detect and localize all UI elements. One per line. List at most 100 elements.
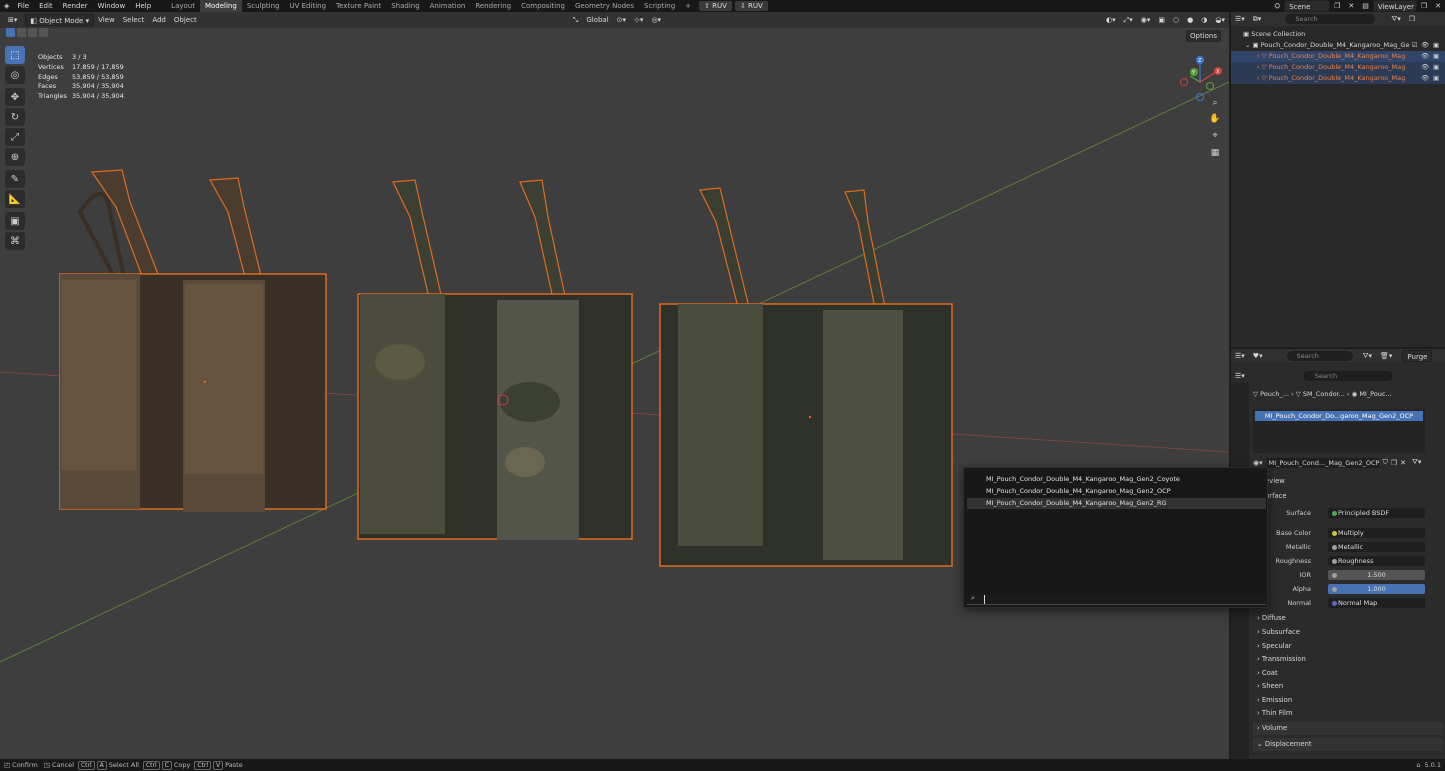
section-transmission[interactable]: › Transmission [1257, 655, 1306, 663]
add-cube-tool-icon[interactable]: ▣ [5, 212, 25, 230]
purge-button[interactable]: Purge [1402, 349, 1433, 362]
camera-icon[interactable]: ▣ [1433, 62, 1439, 73]
3d-viewport[interactable]: ⊞▾ ◧ Object Mode ▾ View Select Add Objec… [0, 12, 1229, 759]
uv-tool-icon[interactable]: ⌘ [5, 232, 25, 250]
outliner-child-row[interactable]: › ▽ Pouch_Condor_Double_M4_Kangaroo_Mag 👁… [1231, 73, 1445, 84]
material-slot-item[interactable]: MI_Pouch_Condor_Do...garoo_Mag_Gen2_OCP [1255, 411, 1423, 421]
material-name-field[interactable]: MI_Pouch_Cond..._Mag_Gen2_OCP [1266, 457, 1379, 468]
select-invert-icon[interactable] [39, 28, 48, 37]
dropdown-item[interactable]: MI_Pouch_Condor_Double_M4_Kangaroo_Mag_G… [967, 498, 1266, 509]
select-extend-icon[interactable] [17, 28, 26, 37]
view-layer-icon[interactable]: ▤ [1358, 0, 1373, 12]
menu-window[interactable]: Window [93, 0, 131, 12]
prop-field-metallic[interactable]: Metallic [1328, 542, 1425, 552]
tab-shading[interactable]: Shading [386, 0, 424, 12]
menu-object[interactable]: Object [170, 14, 201, 26]
section-emission[interactable]: › Emission [1257, 696, 1292, 704]
new-collection-icon[interactable]: ❐ [1405, 13, 1419, 25]
props-editor-icon[interactable]: ☰▾ [1231, 370, 1249, 382]
filter-icon[interactable]: ⛛▾ [1412, 458, 1421, 467]
menu-select[interactable]: Select [119, 14, 149, 26]
prop-field-alpha[interactable]: 1.000 [1328, 584, 1425, 594]
xray-icon[interactable]: ▣ [1154, 14, 1169, 26]
overlay-icon[interactable]: ◉▾ [1137, 14, 1155, 26]
display-mode-icon[interactable]: ⧉▾ [1249, 13, 1266, 25]
outliner-parent-row[interactable]: ⌄ ▣ Pouch_Condor_Double_M4_Kangaroo_Mag_… [1231, 40, 1445, 51]
duplicate-icon[interactable]: ❐ [1391, 459, 1397, 467]
tab-uv-editing[interactable]: UV Editing [285, 0, 332, 12]
material-slot-list[interactable]: MI_Pouch_Condor_Do...garoo_Mag_Gen2_OCP [1253, 409, 1425, 453]
prop-field-ior[interactable]: 1.500 [1328, 570, 1425, 580]
gizmo-icon[interactable]: ⤢▾ [1120, 14, 1137, 26]
annotate-tool-icon[interactable]: ✎ [5, 170, 25, 188]
select-tool-icon[interactable]: ⬚ [5, 46, 25, 64]
volume-panel[interactable]: › Volume [1253, 722, 1443, 735]
tab-scripting[interactable]: Scripting [639, 0, 680, 12]
camera-icon[interactable]: ⌖ [1208, 129, 1222, 143]
section-diffuse[interactable]: › Diffuse [1257, 614, 1286, 622]
measure-tool-icon[interactable]: 📐 [5, 190, 25, 208]
menu-edit[interactable]: Edit [34, 0, 58, 12]
tab-texture-paint[interactable]: Texture Paint [331, 0, 386, 12]
scale-tool-icon[interactable]: ⤢ [5, 128, 25, 146]
menu-add[interactable]: Add [148, 14, 170, 26]
camera-icon[interactable]: ▣ [1433, 51, 1439, 62]
dropdown-item[interactable]: MI_Pouch_Condor_Double_M4_Kangaroo_Mag_G… [967, 486, 1266, 497]
outliner-child-row[interactable]: › ▽ Pouch_Condor_Double_M4_Kangaroo_Mag 👁… [1231, 51, 1445, 62]
section-specular[interactable]: › Specular [1257, 642, 1292, 650]
transform-tool-icon[interactable]: ⊕ [5, 148, 25, 166]
move-tool-icon[interactable]: ✥ [5, 88, 25, 106]
blender-logo-icon[interactable]: ◈ [0, 0, 12, 12]
section-sheen[interactable]: › Sheen [1257, 682, 1283, 690]
editor-type-icon[interactable]: ⊞▾ [4, 14, 21, 26]
ruv-download-button[interactable]: ⇩ RUV [734, 1, 768, 11]
filter-icon[interactable]: ⛛▾ [1387, 13, 1404, 25]
fake-user-icon[interactable]: ⛉ [1383, 458, 1388, 467]
props-top-search-input[interactable]: Search [1286, 350, 1353, 361]
delete-view-layer-icon[interactable]: ✕ [1431, 0, 1445, 12]
rotate-tool-icon[interactable]: ↻ [5, 108, 25, 126]
pivot-icon[interactable]: ⊙▾ [613, 14, 630, 26]
pan-hand-icon[interactable]: ✋ [1208, 112, 1222, 126]
zoom-icon[interactable]: ⌕ [1208, 96, 1222, 110]
shading-rendered-icon[interactable]: ◒▾ [1211, 14, 1229, 26]
eye-icon[interactable]: 👁 [1421, 51, 1429, 62]
snap-icon[interactable]: ⊹▾ [630, 14, 647, 26]
material-browse-icon[interactable]: ◉▾ [1253, 459, 1263, 467]
prop-field-surface[interactable]: Principled BSDF [1328, 508, 1425, 518]
camera-icon[interactable]: ▣ [1433, 40, 1439, 51]
dropdown-item[interactable]: MI_Pouch_Condor_Double_M4_Kangaroo_Mag_G… [967, 474, 1266, 485]
proportional-icon[interactable]: ◎▾ [647, 14, 665, 26]
prop-field-roughness[interactable]: Roughness [1328, 556, 1425, 566]
tab-geometry-nodes[interactable]: Geometry Nodes [570, 0, 639, 12]
select-subtract-icon[interactable] [28, 28, 37, 37]
scene-selector[interactable]: Scene [1284, 0, 1331, 12]
tab-rendering[interactable]: Rendering [470, 0, 516, 12]
tab-sculpting[interactable]: Sculpting [242, 0, 285, 12]
shading-material-icon[interactable]: ◑ [1197, 14, 1211, 26]
outliner-editor-icon[interactable]: ☰▾ [1231, 13, 1249, 25]
shading-solid-icon[interactable]: ● [1183, 14, 1197, 26]
checkbox-icon[interactable]: ☑ [1412, 41, 1418, 49]
cursor-tool-icon[interactable]: ◎ [5, 66, 25, 84]
view-layer-selector[interactable]: ViewLayer [1372, 0, 1417, 12]
delete-scene-icon[interactable]: ✕ [1344, 0, 1358, 12]
tab-layout[interactable]: Layout [166, 0, 200, 12]
prop-field-normal[interactable]: Normal Map [1328, 598, 1425, 608]
outliner-child-row[interactable]: › ▽ Pouch_Condor_Double_M4_Kangaroo_Mag 👁… [1231, 62, 1445, 73]
section-coat[interactable]: › Coat [1257, 669, 1278, 677]
shading-wireframe-icon[interactable]: ○ [1169, 14, 1183, 26]
section-subsurface[interactable]: › Subsurface [1257, 628, 1300, 636]
menu-view[interactable]: View [94, 14, 119, 26]
eye-icon[interactable]: 👁 [1421, 73, 1429, 84]
menu-render[interactable]: Render [58, 0, 93, 12]
props-search-input[interactable]: Search [1302, 370, 1393, 381]
unlink-icon[interactable]: ✕ [1400, 459, 1406, 467]
mode-selector[interactable]: ◧ Object Mode ▾ [25, 14, 95, 26]
scene-icon[interactable]: ⛭ [1270, 0, 1284, 12]
tab-compositing[interactable]: Compositing [516, 0, 570, 12]
outliner-search-input[interactable]: Search [1285, 14, 1376, 24]
prop-field-base-color[interactable]: Multiply [1328, 528, 1425, 538]
perspective-grid-icon[interactable]: ▦ [1208, 146, 1222, 160]
editor-type-icon[interactable]: ☰▾ [1231, 350, 1249, 362]
